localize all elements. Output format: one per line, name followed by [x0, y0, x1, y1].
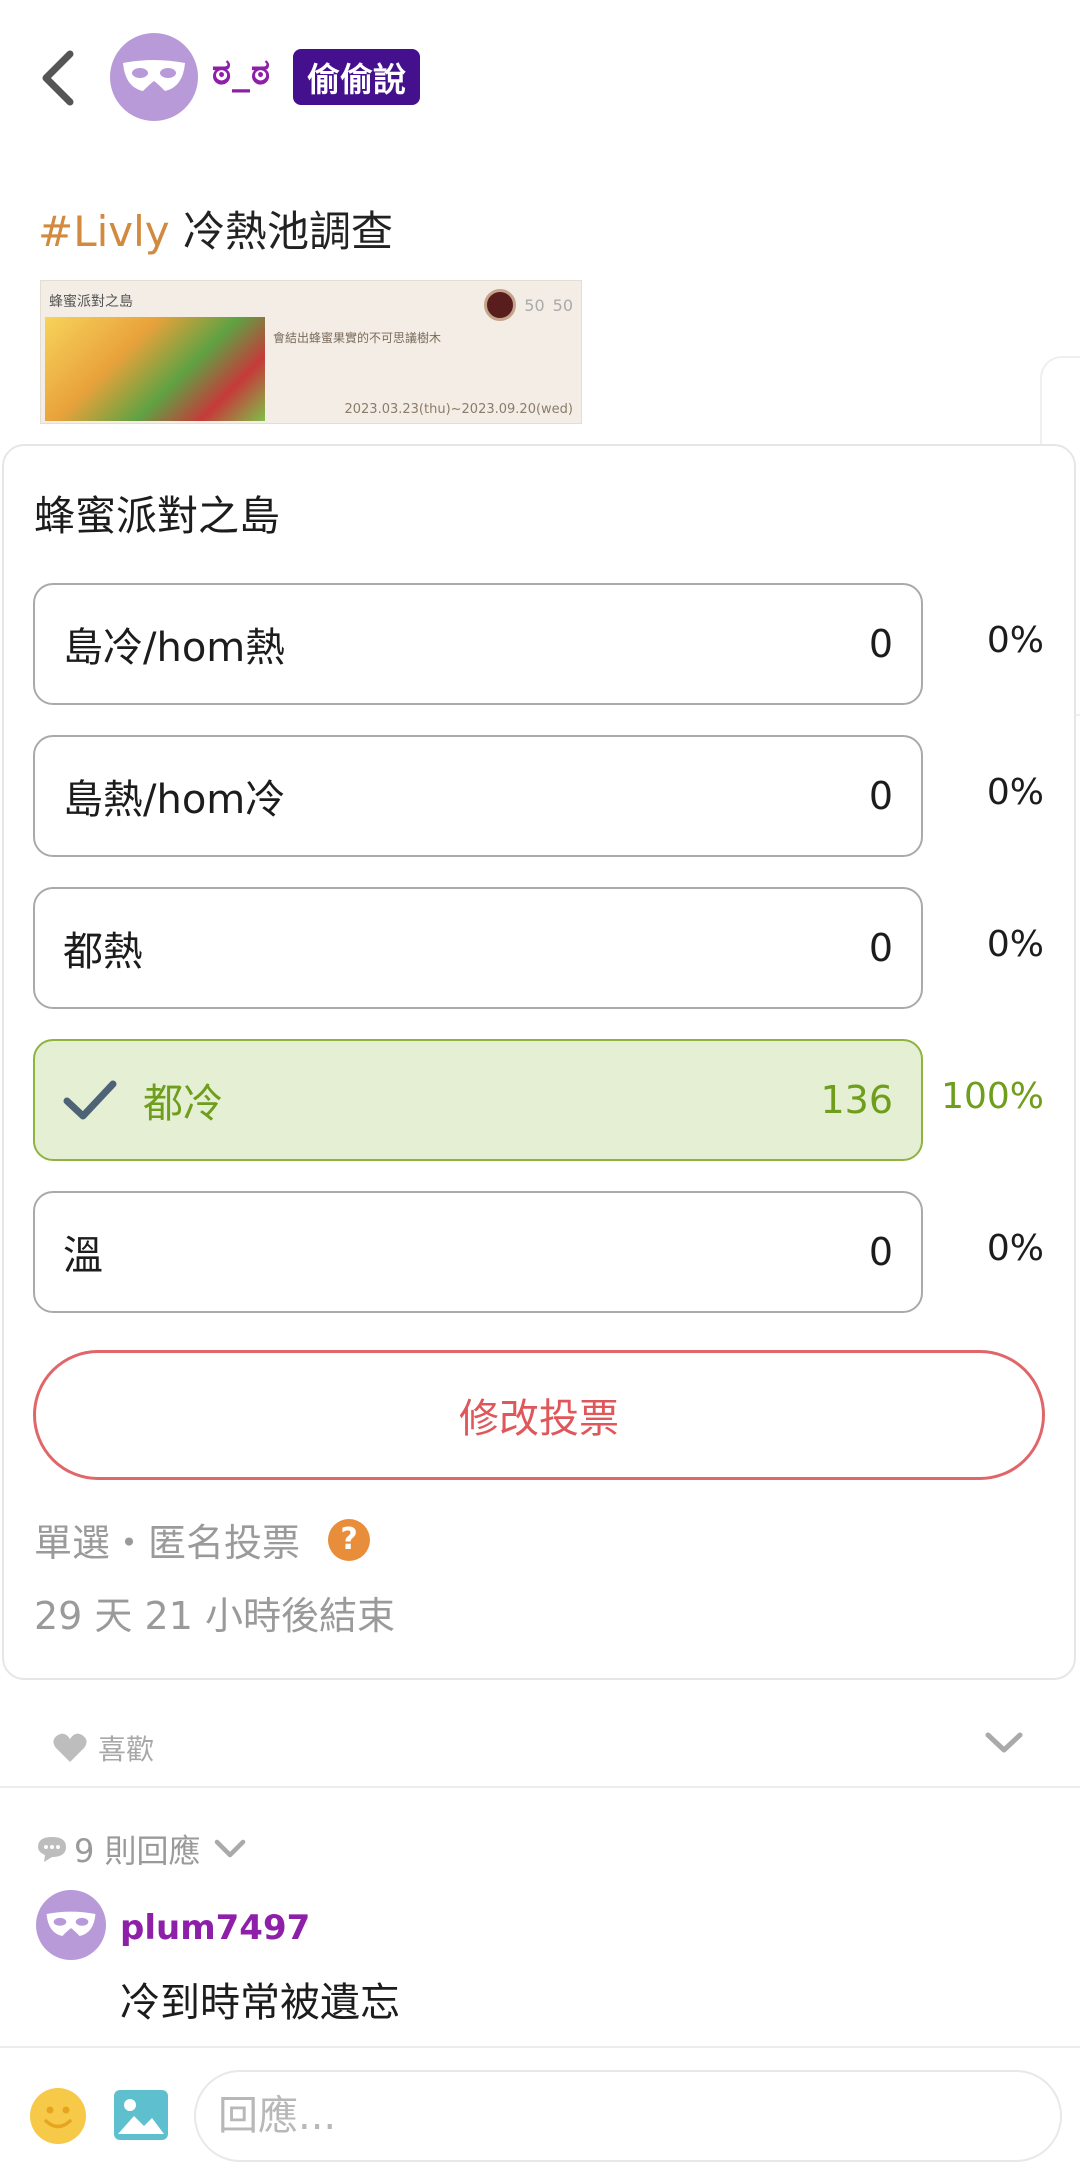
- poll-option[interactable]: 島冷/hom熱 0: [33, 583, 923, 705]
- thumbnail-date: 2023.03.23(thu)~2023.09.20(wed): [344, 402, 573, 417]
- poll-option-count: 0: [868, 774, 893, 818]
- chevron-down-icon: [985, 1732, 1023, 1753]
- poll-option-count: 0: [868, 622, 893, 666]
- like-button[interactable]: 喜歡: [52, 1728, 154, 1768]
- emoji-button[interactable]: [30, 2088, 86, 2144]
- board-tag-badge[interactable]: 偷偷說: [293, 49, 420, 105]
- heart-icon: [53, 1733, 87, 1762]
- thumbnail-title: 蜂蜜派對之島: [49, 294, 133, 310]
- reply-field[interactable]: [194, 2070, 1062, 2162]
- poll-option-selected[interactable]: 都冷 136: [33, 1039, 923, 1161]
- poll-option[interactable]: 溫 0: [33, 1191, 923, 1313]
- thumbnail-stat-a: 50: [524, 295, 545, 315]
- poll-option-label: 島冷/hom熱: [63, 625, 286, 671]
- like-label: 喜歡: [98, 1733, 155, 1766]
- thumbnail-description: 會結出蜂蜜果實的不可思議樹木: [273, 331, 442, 345]
- smiley-icon: [44, 2106, 72, 2129]
- checkmark-icon: [63, 1079, 117, 1121]
- author-username[interactable]: ಠ_ಠ: [212, 52, 271, 94]
- back-button[interactable]: [30, 42, 86, 114]
- poll-meta: 單選・匿名投票 ?: [34, 1512, 371, 1567]
- image-icon: [114, 2090, 168, 2140]
- author-avatar[interactable]: [110, 33, 198, 121]
- chat-bubble-icon: [38, 1837, 66, 1862]
- poll-type-text: 單選・匿名投票: [34, 1521, 301, 1565]
- divider: [0, 2046, 1080, 2048]
- poll-option[interactable]: 島熱/hom冷 0: [33, 735, 923, 857]
- poll-option-count: 136: [820, 1078, 893, 1122]
- poll-end-time: 29 天 21 小時後結束: [34, 1594, 395, 1638]
- expand-button[interactable]: [984, 1730, 1024, 1760]
- poll-option-count: 0: [868, 1230, 893, 1274]
- comment-username[interactable]: plum7497: [120, 1908, 310, 1948]
- thumbnail-artwork: [45, 317, 265, 421]
- poll-option-percent: 0%: [986, 1228, 1044, 1269]
- poll-option-label: 都熱: [63, 929, 143, 975]
- poll-option-percent: 100%: [941, 1076, 1044, 1117]
- thumbnail-stat-b: 50: [552, 295, 573, 315]
- poll-option-count: 0: [868, 926, 893, 970]
- poll-option-label: 都冷: [143, 1081, 223, 1127]
- mask-icon: [123, 60, 185, 91]
- post-title-text: 冷熱池調查: [183, 207, 394, 256]
- poll-option-label: 溫: [63, 1233, 103, 1279]
- divider: [0, 1786, 1080, 1788]
- post-title: #Livly 冷熱池調查: [38, 198, 393, 259]
- poll-option-percent: 0%: [986, 772, 1044, 813]
- help-icon[interactable]: ?: [328, 1518, 371, 1561]
- reply-input[interactable]: [216, 2092, 1060, 2140]
- comment-text: 冷到時常被遺忘: [120, 1980, 400, 2026]
- replies-toggle[interactable]: 9 則回應: [36, 1826, 247, 1872]
- thumbnail-stats: 50 50: [484, 289, 573, 321]
- post-hashtag[interactable]: #Livly: [38, 207, 170, 256]
- chevron-down-icon: [214, 1839, 245, 1858]
- chevron-left-icon: [42, 50, 74, 106]
- poll-option[interactable]: 都熱 0: [33, 887, 923, 1009]
- image-upload-button[interactable]: [112, 2088, 170, 2142]
- poll-option-percent: 0%: [986, 620, 1044, 661]
- item-badge-icon: [484, 289, 517, 321]
- change-vote-button[interactable]: 修改投票: [33, 1350, 1045, 1480]
- replies-count: 9 則回應: [74, 1832, 201, 1870]
- post-image-thumbnail[interactable]: 蜂蜜派對之島 50 50 會結出蜂蜜果實的不可思議樹木 2023.03.23(t…: [40, 280, 582, 424]
- mask-icon: [46, 1911, 96, 1937]
- poll-title: 蜂蜜派對之島: [34, 492, 280, 540]
- comment-avatar[interactable]: [36, 1890, 106, 1960]
- poll-option-label: 島熱/hom冷: [63, 777, 286, 823]
- poll-option-percent: 0%: [986, 924, 1044, 965]
